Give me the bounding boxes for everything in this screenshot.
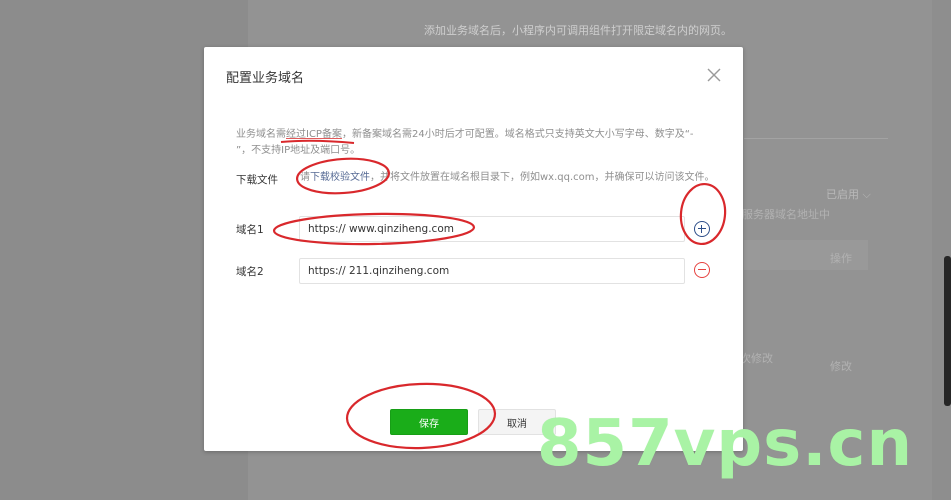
minus-circle-icon[interactable]: [694, 262, 710, 278]
background-status-dropdown: 已启用 ⌵: [826, 188, 871, 201]
download-file-label: 下载文件: [236, 174, 278, 186]
domain-2-label: 域名2: [236, 266, 264, 278]
icp-requirement-text: 经过ICP备案: [286, 129, 342, 140]
site-watermark: 857vps.cn: [537, 407, 914, 481]
close-icon[interactable]: [704, 65, 724, 85]
background-edit-link: 修改: [830, 360, 852, 373]
background-note: 添加业务域名后，小程序内可调用组件打开限定域名内的网页。: [424, 24, 732, 37]
background-server-text: 服务器域名地址中: [742, 208, 830, 221]
plus-circle-icon[interactable]: [694, 221, 710, 237]
background-right-margin: [932, 0, 951, 500]
page-scrollbar[interactable]: [944, 256, 951, 406]
dialog-title: 配置业务域名: [226, 71, 305, 86]
download-instructions: 请下载校验文件，并将文件放置在域名根目录下，例如wx.qq.com，并确保可以访…: [300, 170, 720, 186]
configure-domain-dialog: 配置业务域名 业务域名需经过ICP备案，新备案域名需24小时后才可配置。域名格式…: [204, 47, 743, 451]
download-prefix: 请: [300, 172, 310, 183]
domain-rules-description: 业务域名需经过ICP备案，新备案域名需24小时后才可配置。域名格式只支持英文大小…: [236, 127, 706, 159]
download-verify-file-link[interactable]: 下载校验文件: [310, 172, 370, 183]
domain-1-label: 域名1: [236, 224, 264, 236]
save-button[interactable]: 保存: [390, 409, 468, 435]
background-divider: [744, 138, 888, 139]
description-prefix: 业务域名需: [236, 129, 286, 140]
domain-2-input[interactable]: [299, 258, 685, 284]
domain-1-input[interactable]: [299, 216, 685, 242]
background-operation-header: 操作: [830, 252, 852, 265]
download-rest: ，并将文件放置在域名根目录下，例如wx.qq.com，并确保可以访问该文件。: [370, 172, 715, 183]
background-edit-date: 次修改: [740, 352, 773, 365]
